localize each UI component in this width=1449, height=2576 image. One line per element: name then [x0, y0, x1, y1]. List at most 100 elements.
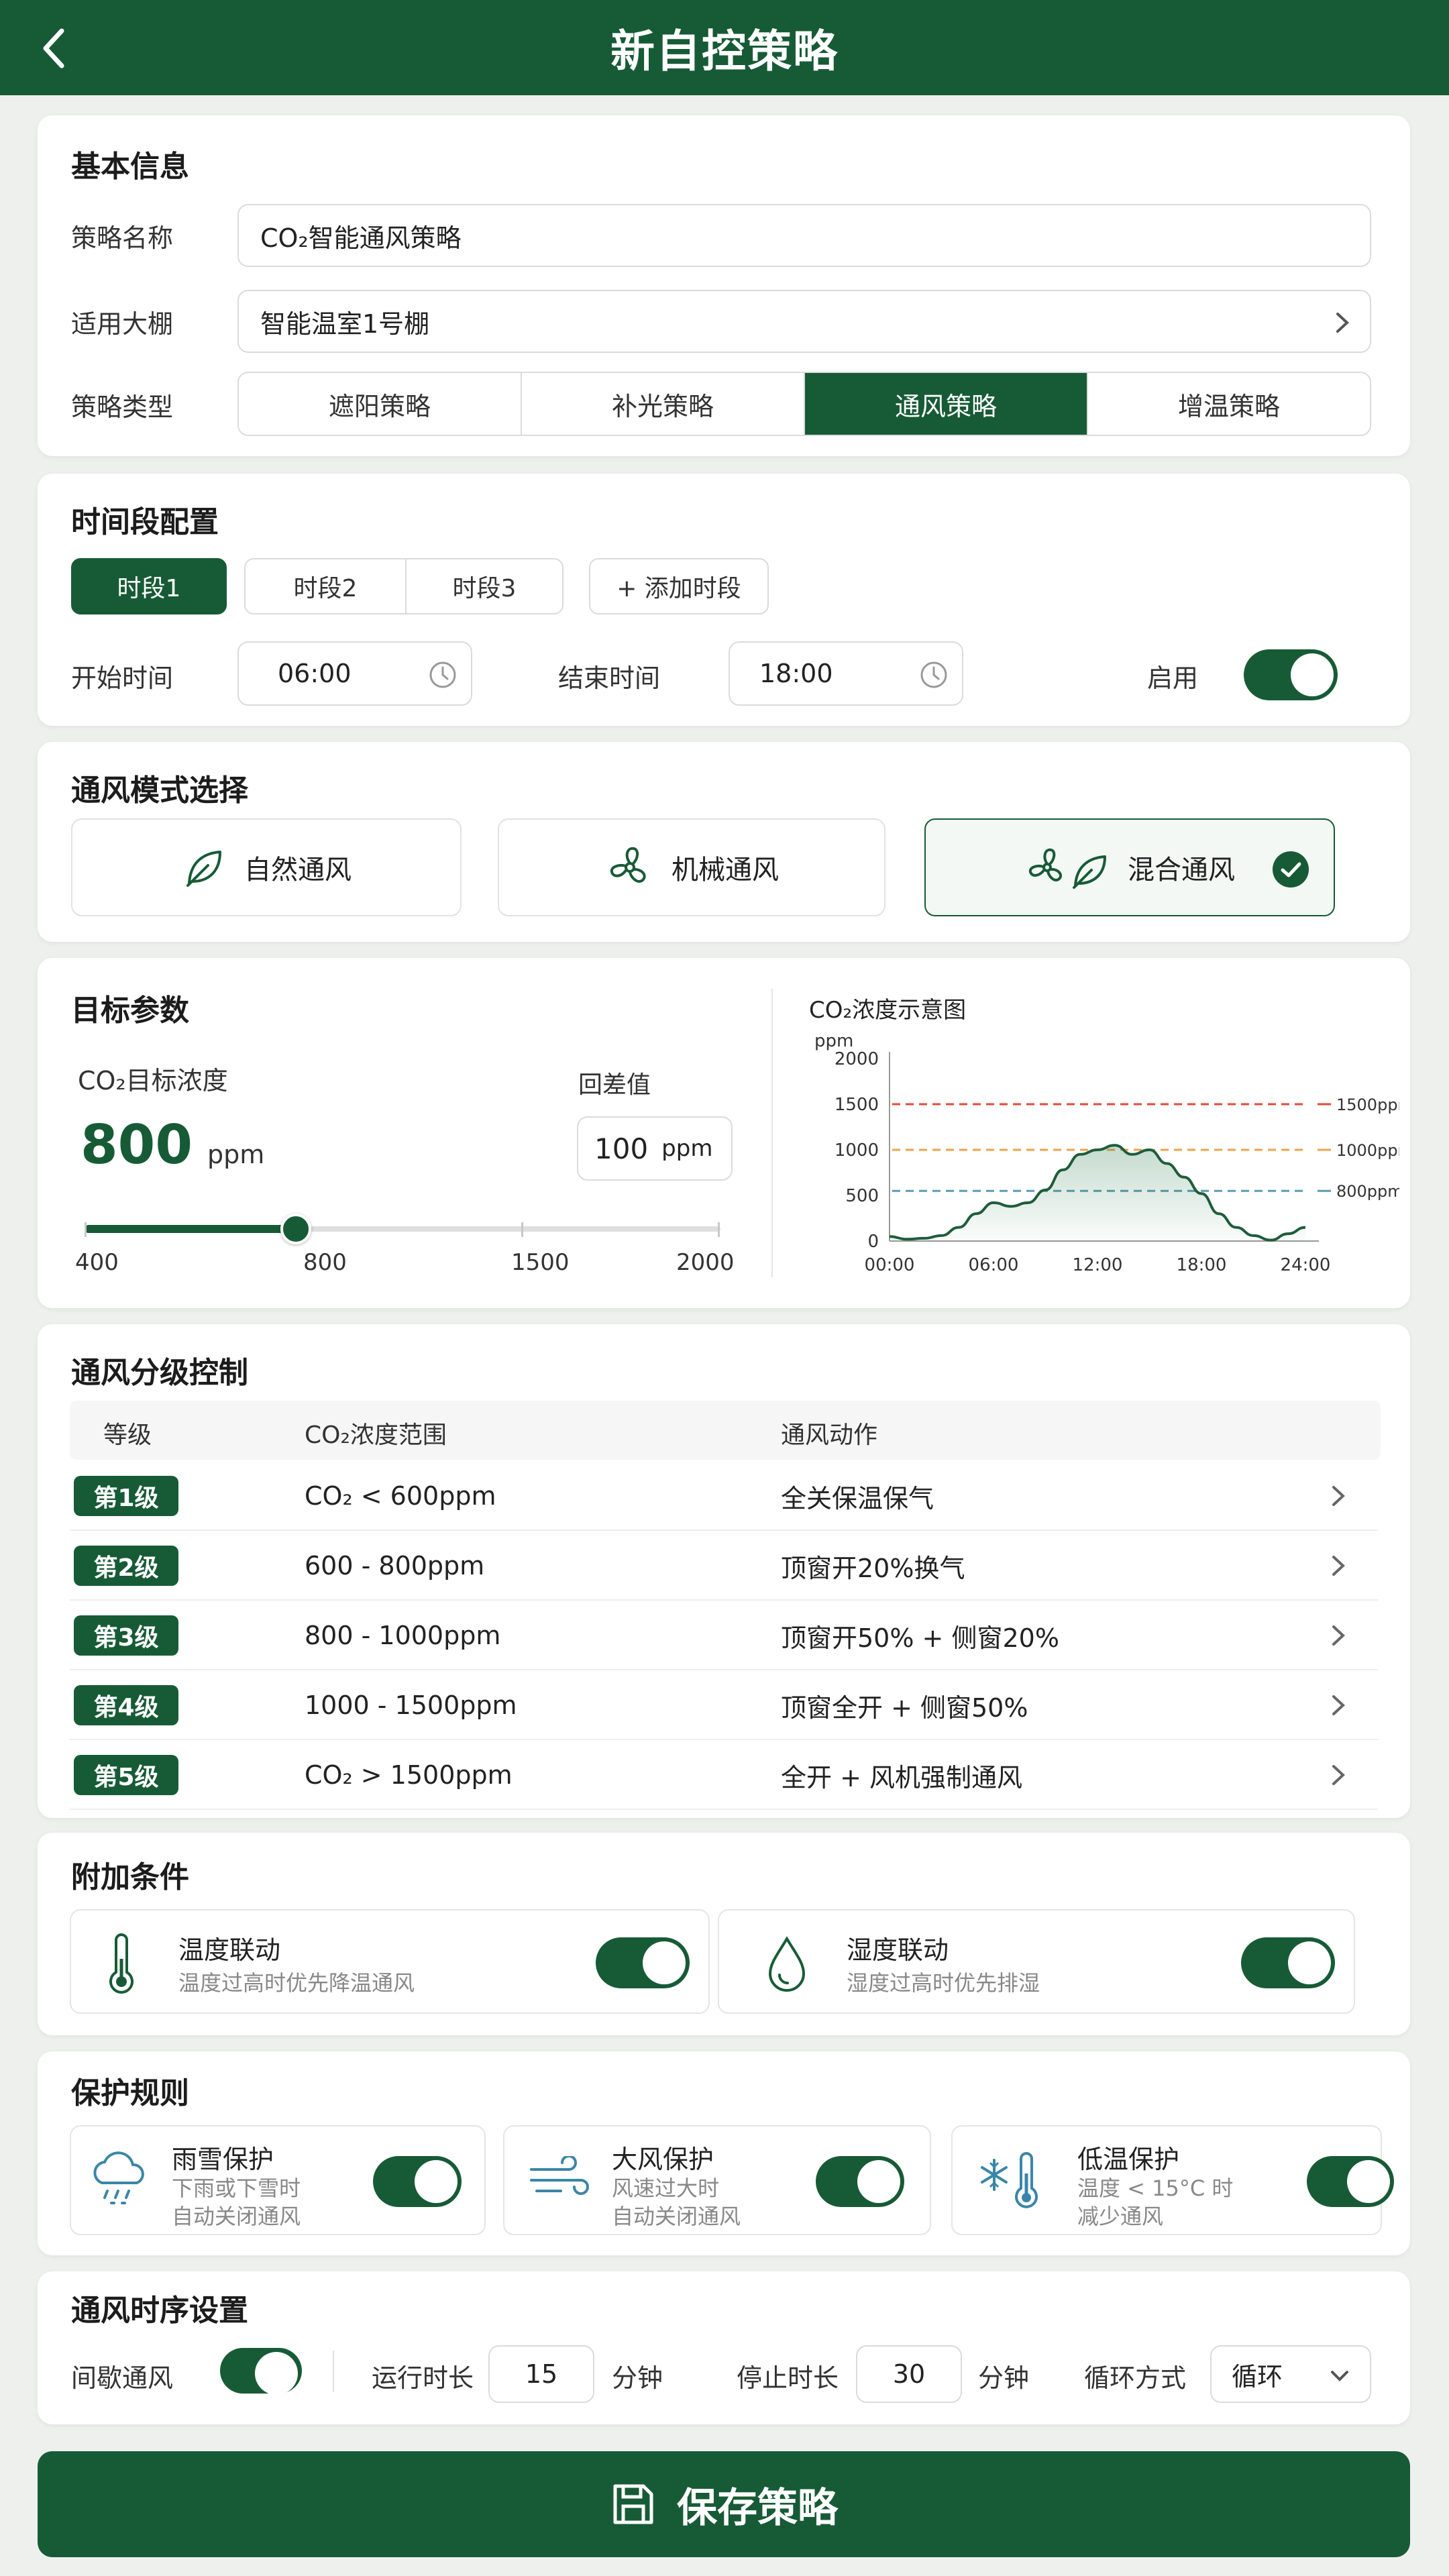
mode-mechanical[interactable]: 机械通风: [498, 818, 885, 916]
greenhouse-select[interactable]: 智能温室1号棚: [237, 290, 1371, 353]
end-time-label: 结束时间: [558, 663, 661, 693]
strong-wind-toggle[interactable]: [816, 2156, 904, 2207]
cycle-mode-label: 循环方式: [1084, 2363, 1187, 2393]
co2-slider[interactable]: [85, 1209, 720, 1249]
chevron-right-icon: [1331, 1740, 1346, 1810]
type-option-shade[interactable]: 遮阳策略: [239, 373, 522, 435]
low-temp-toggle[interactable]: [1307, 2156, 1394, 2207]
rain-snow-desc-2: 自动关闭通风: [172, 2204, 301, 2229]
timing-divider: [333, 2351, 334, 2392]
table-row[interactable]: 第1级 CO₂ < 600ppm 全关保温保气: [70, 1461, 1378, 1531]
leaf-icon: [186, 851, 221, 887]
chevron-right-icon: [1336, 313, 1349, 333]
header-action: 通风动作: [781, 1421, 878, 1449]
temperature-link-title: 温度联动: [178, 1935, 281, 1965]
strong-wind-box: 大风保护 风速过大时 自动关闭通风: [503, 2125, 931, 2235]
humidity-link-box: 湿度联动 湿度过高时优先排湿: [718, 1909, 1355, 2014]
type-option-ventilation[interactable]: 通风策略: [805, 373, 1088, 435]
strategy-type-label: 策略类型: [71, 392, 174, 422]
ventilation-mode-title: 通风模式选择: [71, 773, 248, 808]
rain-snow-box: 雨雪保护 下雨或下雪时 自动关闭通风: [70, 2125, 486, 2235]
y-tick-label: 1500: [835, 1095, 879, 1115]
table-row[interactable]: 第2级 600 - 800ppm 顶窗开20%换气: [70, 1531, 1378, 1601]
end-time-input[interactable]: 18:00: [729, 641, 963, 706]
slider-fill: [85, 1225, 296, 1233]
level-cell: 第3级: [74, 1601, 178, 1670]
type-option-heating[interactable]: 增温策略: [1088, 373, 1370, 435]
strategy-name-input[interactable]: CO₂智能通风策略: [237, 204, 1371, 267]
rain-snow-toggle[interactable]: [373, 2156, 462, 2207]
y-axis-unit: ppm: [814, 1031, 853, 1051]
table-row[interactable]: 第4级 1000 - 1500ppm 顶窗全开 + 侧窗50%: [70, 1670, 1378, 1740]
cycle-mode-select[interactable]: 循环: [1210, 2345, 1371, 2403]
mode-mechanical-label: 机械通风: [672, 855, 779, 885]
chevron-right-icon: [1331, 1461, 1346, 1531]
hysteresis-input[interactable]: 100 ppm: [577, 1116, 733, 1181]
table-row[interactable]: 第5级 CO₂ > 1500ppm 全开 + 风机强制通风: [70, 1740, 1378, 1810]
segment-tab-1[interactable]: 时段1: [71, 558, 227, 614]
run-duration-input[interactable]: 15: [488, 2345, 594, 2403]
mode-natural[interactable]: 自然通风: [71, 818, 462, 916]
level-cell: 第5级: [74, 1740, 178, 1810]
humidity-link-toggle[interactable]: [1241, 1937, 1335, 1988]
run-duration-unit: 分钟: [612, 2363, 663, 2393]
strategy-type-segment: 遮阳策略 补光策略 通风策略 增温策略: [237, 372, 1371, 436]
low-temp-title: 低温保护: [1077, 2145, 1180, 2174]
time-config-title: 时间段配置: [71, 505, 219, 539]
x-tick-label: 18:00: [1177, 1255, 1227, 1275]
segment-tab-2[interactable]: 时段2: [244, 558, 407, 614]
mode-natural-label: 自然通风: [244, 855, 352, 885]
humidity-link-desc: 湿度过高时优先排湿: [847, 1970, 1040, 1996]
stop-duration-input[interactable]: 30: [856, 2345, 962, 2403]
level-badge: 第1级: [74, 1476, 178, 1516]
co2-target-value: 800 ppm: [80, 1114, 264, 1176]
stop-duration-unit: 分钟: [978, 2363, 1030, 2393]
greenhouse-value: 智能温室1号棚: [260, 309, 430, 339]
protection-rules-title: 保护规则: [71, 2076, 189, 2110]
y-tick-label: 2000: [835, 1049, 879, 1069]
y-tick-label: 500: [845, 1186, 879, 1206]
x-tick-label: 00:00: [865, 1255, 915, 1275]
start-time-input[interactable]: 06:00: [237, 641, 472, 706]
action-cell: 顶窗开50% + 侧窗20%: [781, 1623, 1059, 1653]
cycle-mode-value: 循环: [1232, 2361, 1283, 2392]
low-temp-box: 低温保护 温度 < 15°C 时 减少通风: [951, 2125, 1394, 2235]
check-circle-icon: [1273, 851, 1309, 888]
save-strategy-button[interactable]: 保存策略: [38, 2451, 1410, 2557]
enable-label: 启用: [1147, 663, 1199, 693]
slider-label-1500: 1500: [511, 1249, 570, 1276]
strong-wind-title: 大风保护: [612, 2145, 714, 2174]
action-cell: 顶窗全开 + 侧窗50%: [781, 1693, 1028, 1723]
back-button[interactable]: [27, 21, 80, 75]
level-badge: 第4级: [74, 1685, 178, 1725]
time-config-card: 时间段配置 时段1 时段2 时段3 + 添加时段 开始时间 06:00 结束时间…: [38, 474, 1410, 726]
run-duration-label: 运行时长: [372, 2363, 474, 2393]
level-cell: 第4级: [74, 1670, 178, 1740]
threshold-label: 1500ppm: [1336, 1095, 1399, 1114]
table-row[interactable]: 第3级 800 - 1000ppm 顶窗开50% + 侧窗20%: [70, 1601, 1378, 1670]
extra-conditions-title: 附加条件: [71, 1860, 189, 1894]
protection-rules-card: 保护规则 雨雪保护 下雨或下雪时 自动关闭通风 大风保护 风速过大时 自动关闭通…: [38, 2051, 1410, 2255]
save-icon: [613, 2484, 653, 2524]
header-level: 等级: [103, 1421, 152, 1449]
enable-toggle[interactable]: [1244, 649, 1338, 700]
temperature-link-toggle[interactable]: [596, 1937, 690, 1988]
thermometer-icon: [109, 1933, 133, 1994]
rain-snow-desc-1: 下雨或下雪时: [172, 2176, 301, 2201]
wind-icon: [530, 2156, 589, 2195]
level-badge: 第3级: [74, 1615, 178, 1656]
range-cell: 800 - 1000ppm: [305, 1621, 501, 1650]
slider-thumb[interactable]: [280, 1214, 311, 1244]
chevron-down-icon: [1331, 2371, 1348, 2381]
strong-wind-desc-2: 自动关闭通风: [612, 2204, 741, 2229]
y-tick-label: 1000: [835, 1140, 879, 1161]
intermittent-toggle[interactable]: [220, 2348, 302, 2395]
strong-wind-desc-1: 风速过大时: [612, 2176, 720, 2201]
add-segment-button[interactable]: + 添加时段: [589, 558, 769, 614]
type-option-light[interactable]: 补光策略: [522, 373, 805, 435]
mode-hybrid[interactable]: 混合通风: [924, 818, 1335, 916]
level-cell: 第2级: [74, 1531, 178, 1601]
low-temp-desc-2: 减少通风: [1077, 2204, 1164, 2229]
segment-tab-3[interactable]: 时段3: [405, 558, 564, 614]
stop-duration-label: 停止时长: [737, 2363, 839, 2393]
